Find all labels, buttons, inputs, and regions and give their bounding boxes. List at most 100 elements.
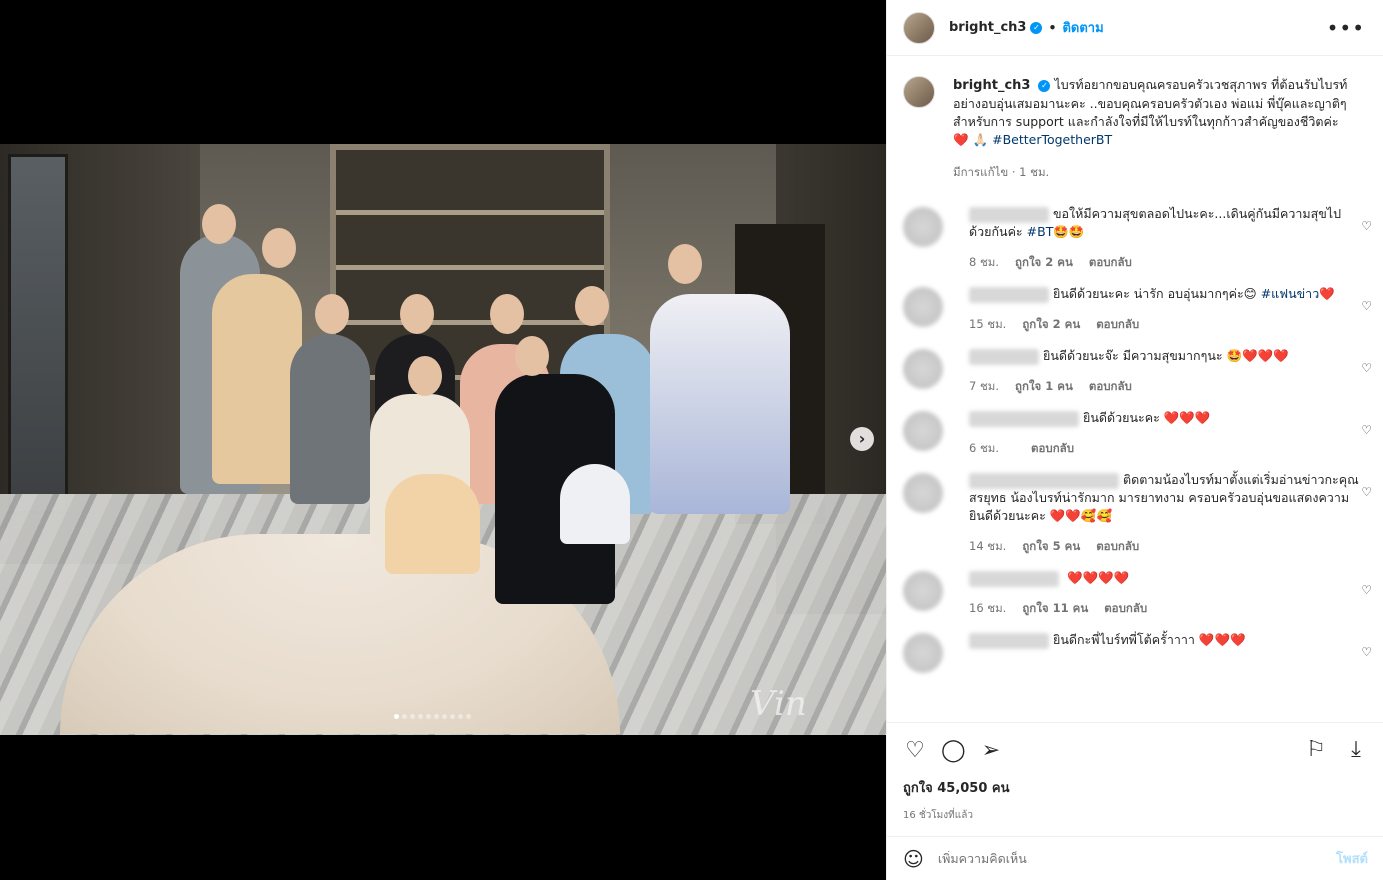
baby-figure	[385, 474, 480, 574]
comment-likes[interactable]: ถูกใจ 1 คน	[1015, 379, 1073, 393]
person-head	[262, 228, 296, 268]
action-icons: ♡ ◯ ➢ ⚐ ⤓	[903, 737, 1368, 763]
send-icon[interactable]: ➢	[979, 738, 1003, 763]
comment-emoji: ❤️❤️❤️	[1163, 410, 1211, 425]
comment-time: 14 ชม.	[969, 539, 1007, 553]
commenter-avatar[interactable]	[903, 633, 943, 673]
comment-like-icon[interactable]: ♡	[1361, 485, 1372, 499]
comment-likes[interactable]: ถูกใจ 5 คน	[1022, 539, 1080, 553]
emoji-icon[interactable]: ☺	[903, 847, 924, 871]
separator-dot: •	[1048, 20, 1057, 35]
comment-like-icon[interactable]: ♡	[1361, 423, 1372, 437]
commenter-avatar[interactable]	[903, 207, 943, 247]
comment-emoji: ❤️❤️❤️	[1198, 632, 1246, 647]
carousel-dot	[426, 714, 431, 719]
comment-item: ติดตามน้องไบรท์มาตั้งแต่เริ่มอ่านข่าวกะค…	[887, 471, 1383, 555]
hashtag-link[interactable]: #BetterTogetherBT	[992, 132, 1112, 147]
comment-time: 6 ชม.	[969, 441, 1000, 455]
comment-time: 16 ชม.	[969, 601, 1007, 615]
person-head	[408, 356, 442, 396]
comments-scroll[interactable]: bright_ch3 ✓ ไบรท์อยากขอบคุณครอบครัวเวชส…	[887, 56, 1383, 722]
comment-like-icon[interactable]: ♡	[1361, 299, 1372, 313]
commenter-name-blurred[interactable]	[969, 286, 1049, 303]
commenter-name-blurred[interactable]	[969, 472, 1119, 489]
comment-icon[interactable]: ◯	[941, 738, 966, 763]
comment-text: ยินดีด้วยนะคะ น่ารัก อบอุ่นมากๆค่ะ😊	[1053, 286, 1257, 301]
comment-body: ขอให้มีความสุขตลอดไปนะคะ...เดินคู่กันมีค…	[969, 205, 1359, 271]
person-head	[315, 294, 349, 334]
reply-button[interactable]: ตอบกลับ	[1104, 601, 1147, 615]
comment-meta: 16 ชม. ถูกใจ 11 คน ตอบกลับ	[969, 599, 1359, 617]
comment-like-icon[interactable]: ♡	[1361, 219, 1372, 233]
comment-text: ยินดีกะพี่ไบร์ทพี่โต้ครั้าาาา	[1053, 632, 1195, 647]
comment-meta	[969, 661, 1359, 679]
comment-likes[interactable]: ถูกใจ 2 คน	[1015, 255, 1073, 269]
comment-hashtag[interactable]: #BT	[1027, 224, 1054, 239]
comment-likes[interactable]: ถูกใจ 2 คน	[1022, 317, 1080, 331]
comment-meta: 8 ชม. ถูกใจ 2 คน ตอบกลับ	[969, 253, 1359, 271]
reply-button[interactable]: ตอบกลับ	[1089, 255, 1132, 269]
comment-body: ❤️❤️❤️❤️ 16 ชม. ถูกใจ 11 คน ตอบกลับ	[969, 569, 1359, 617]
add-comment-input[interactable]	[937, 851, 1298, 866]
comment-text: ยินดีด้วยนะจ๊ะ มีความสุขมากๆนะ	[1043, 348, 1223, 363]
comment-like-icon[interactable]: ♡	[1361, 361, 1372, 375]
person-head	[515, 336, 549, 376]
avatar[interactable]	[903, 11, 935, 44]
add-comment-bar: ☺ โพสต์	[887, 836, 1383, 880]
comment-body: ยินดีกะพี่ไบร์ทพี่โต้ครั้าาาา ❤️❤️❤️	[969, 631, 1359, 679]
next-arrow[interactable]: ›	[850, 427, 874, 451]
commenter-name-blurred[interactable]	[969, 410, 1079, 427]
comment-like-icon[interactable]: ♡	[1361, 583, 1372, 597]
commenter-avatar[interactable]	[903, 287, 943, 327]
more-options-icon[interactable]: •••	[1327, 16, 1365, 40]
baby-figure	[560, 464, 630, 544]
comment-like-icon[interactable]: ♡	[1361, 645, 1372, 659]
comment-text: ยินดีด้วยนะคะ	[1083, 410, 1160, 425]
verified-icon: ✓	[1030, 21, 1043, 34]
carousel-dot	[458, 714, 463, 719]
comment-list: ขอให้มีความสุขตลอดไปนะคะ...เดินคู่กันมีค…	[887, 205, 1383, 679]
verified-icon: ✓	[1038, 79, 1051, 92]
reply-button[interactable]: ตอบกลับ	[1031, 441, 1074, 455]
photo-window	[8, 154, 68, 514]
carousel-dot	[450, 714, 455, 719]
photo-watermark: Vin	[750, 684, 807, 724]
comment-emoji: ❤️	[1319, 286, 1335, 301]
download-icon[interactable]: ⤓	[1344, 737, 1368, 762]
comment-meta: 7 ชม. ถูกใจ 1 คน ตอบกลับ	[969, 377, 1359, 395]
comment-time: 15 ชม.	[969, 317, 1007, 331]
action-bar: ♡ ◯ ➢ ⚐ ⤓ ถูกใจ 45,050 คน 16 ชั่วโมงที่แ…	[887, 722, 1383, 828]
comment-emoji: 🤩❤️❤️❤️	[1226, 348, 1289, 363]
post-button[interactable]: โพสต์	[1336, 848, 1368, 869]
post-header: bright_ch3 ✓ • ติดตาม •••	[887, 0, 1383, 56]
commenter-name-blurred[interactable]	[969, 570, 1059, 587]
commenter-avatar[interactable]	[903, 349, 943, 389]
commenter-name-blurred[interactable]	[969, 348, 1039, 365]
comment-hashtag[interactable]: #แฟนข่าว	[1261, 286, 1320, 301]
person-head	[668, 244, 702, 284]
carousel-dots	[394, 714, 471, 719]
heart-icon[interactable]: ♡	[903, 738, 927, 763]
media-pane: Vin ›	[0, 0, 886, 880]
comment-emoji: ❤️❤️❤️❤️	[1066, 570, 1130, 585]
post-photo[interactable]: Vin	[0, 144, 886, 735]
reply-button[interactable]: ตอบกลับ	[1096, 317, 1139, 331]
carousel-dot	[402, 714, 407, 719]
commenter-name-blurred[interactable]	[969, 632, 1049, 649]
person-figure	[650, 294, 790, 514]
username[interactable]: bright_ch3	[949, 20, 1026, 35]
comment-likes[interactable]: ถูกใจ 11 คน	[1022, 601, 1088, 615]
follow-button[interactable]: ติดตาม	[1062, 17, 1103, 38]
commenter-avatar[interactable]	[903, 473, 943, 513]
caption-username[interactable]: bright_ch3	[953, 78, 1030, 93]
reply-button[interactable]: ตอบกลับ	[1096, 539, 1139, 553]
avatar[interactable]	[903, 76, 935, 108]
bookmark-icon[interactable]: ⚐	[1304, 737, 1328, 762]
likes-count[interactable]: ถูกใจ 45,050 คน	[903, 777, 1368, 798]
person-head	[490, 294, 524, 334]
reply-button[interactable]: ตอบกลับ	[1089, 379, 1132, 393]
commenter-name-blurred[interactable]	[969, 206, 1049, 223]
commenter-avatar[interactable]	[903, 571, 943, 611]
comment-item: ยินดีด้วยนะคะ น่ารัก อบอุ่นมากๆค่ะ😊 #แฟน…	[887, 285, 1383, 333]
commenter-avatar[interactable]	[903, 411, 943, 451]
